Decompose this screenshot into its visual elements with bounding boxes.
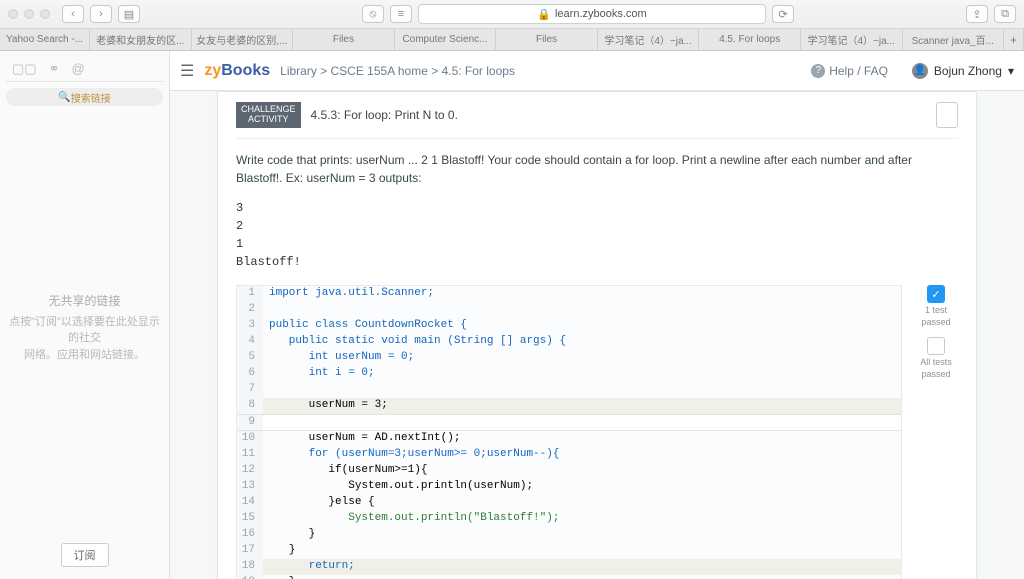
at-icon[interactable]: @	[71, 61, 84, 77]
zybooks-header: ☰ zyBooks Library > CSCE 155A home > 4.5…	[170, 51, 1024, 91]
min-dot[interactable]	[24, 9, 34, 19]
activity-prompt: Write code that prints: userNum ... 2 1 …	[236, 139, 958, 195]
test-indicators: ✓ 1 test passed ✓ All tests passed	[914, 285, 958, 379]
activity-card: CHALLENGE ACTIVITY 4.5.3: For loop: Prin…	[217, 91, 977, 579]
tab-9[interactable]: Scanner java_百...	[903, 29, 1005, 50]
tab-3[interactable]: Files	[293, 29, 395, 50]
tab-bar: Yahoo Search -... 老婆和女朋友的区... 女友与老婆的区别,.…	[0, 28, 1024, 50]
menu-icon[interactable]: ☰	[180, 61, 194, 81]
flex-button[interactable]: ≡	[390, 5, 412, 23]
new-tab-button[interactable]: +	[1004, 29, 1024, 50]
sidebar-heading: 无共享的链接	[48, 292, 120, 310]
search-icon: 🔍	[58, 92, 70, 103]
reload-button[interactable]: ⟳	[772, 5, 794, 23]
user-icon: 👤	[912, 63, 928, 79]
safari-sidebar: ▢▢ ⚭ @ 🔍 搜索链接 无共享的链接 点按"订阅"以选择要在此处显示的社交 …	[0, 51, 170, 579]
user-menu[interactable]: 👤 Bojun Zhong ▾	[912, 63, 1014, 79]
sidebar-search[interactable]: 🔍 搜索链接	[6, 88, 163, 106]
shield-icon	[936, 102, 958, 128]
tab-1[interactable]: 老婆和女朋友的区...	[90, 29, 192, 50]
help-icon: ?	[811, 64, 825, 78]
tab-2[interactable]: 女友与老婆的区别,...	[192, 29, 294, 50]
check-empty-icon: ✓	[927, 337, 945, 355]
chevron-down-icon: ▾	[1008, 64, 1014, 78]
url-host: learn.zybooks.com	[555, 8, 647, 20]
tab-5[interactable]: Files	[496, 29, 598, 50]
sidebar-sub2: 网络。应用和网站链接。	[24, 347, 145, 364]
lock-icon: 🔒	[537, 8, 551, 21]
breadcrumb[interactable]: Library > CSCE 155A home > 4.5: For loop…	[280, 64, 515, 78]
window-controls	[8, 9, 50, 19]
sidebar-search-placeholder: 搜索链接	[71, 90, 111, 105]
max-dot[interactable]	[40, 9, 50, 19]
tab-8[interactable]: 学习笔记（4）~ja...	[801, 29, 903, 50]
reader-button[interactable]: ⦸	[362, 5, 384, 23]
tab-7[interactable]: 4.5. For loops	[699, 29, 801, 50]
sample-output: 3 2 1 Blastoff!	[236, 195, 958, 285]
activity-badge: CHALLENGE ACTIVITY	[236, 102, 301, 128]
subscribe-button[interactable]: 订阅	[61, 543, 109, 567]
sidebar-toggle-button[interactable]: ▤	[118, 5, 140, 23]
browser-chrome: ‹ › ▤ ⦸ ≡ 🔒 learn.zybooks.com ⟳ ⇪ ⧉ Yaho…	[0, 0, 1024, 51]
back-button[interactable]: ‹	[62, 5, 84, 23]
glasses-icon[interactable]: ⚭	[49, 61, 60, 77]
close-dot[interactable]	[8, 9, 18, 19]
check-icon: ✓	[927, 285, 945, 303]
tabs-button[interactable]: ⧉	[994, 5, 1016, 23]
activity-title: 4.5.3: For loop: Print N to 0.	[311, 108, 458, 122]
help-link[interactable]: ? Help / FAQ	[811, 64, 888, 78]
tab-4[interactable]: Computer Scienc...	[395, 29, 497, 50]
book-icon[interactable]: ▢▢	[12, 61, 37, 77]
address-bar[interactable]: 🔒 learn.zybooks.com	[418, 4, 766, 24]
tab-6[interactable]: 学习笔记（4）~ja...	[598, 29, 700, 50]
forward-button[interactable]: ›	[90, 5, 112, 23]
sidebar-sub1: 点按"订阅"以选择要在此处显示的社交	[6, 314, 163, 347]
zybooks-logo[interactable]: zyBooks	[204, 62, 270, 80]
code-editor[interactable]: 1import java.util.Scanner; 2 3public cla…	[236, 285, 902, 579]
share-button[interactable]: ⇪	[966, 5, 988, 23]
tab-0[interactable]: Yahoo Search -...	[0, 29, 90, 50]
